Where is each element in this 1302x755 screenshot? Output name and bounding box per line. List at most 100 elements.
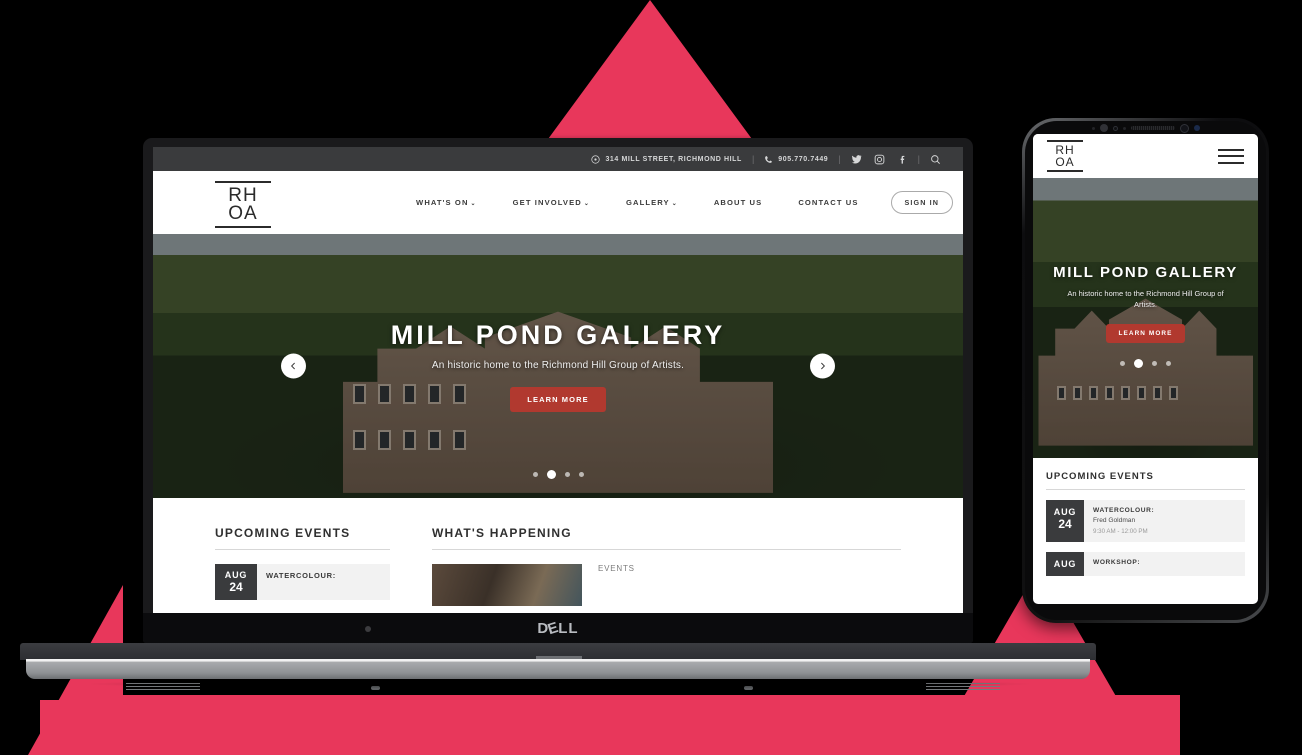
- phone-hero-title: MILL POND GALLERY: [1053, 264, 1238, 281]
- topbar-phone-text: 905.770.7449: [778, 155, 829, 163]
- carousel-dot-active[interactable]: [546, 470, 556, 479]
- hamburger-menu-icon[interactable]: [1218, 144, 1244, 168]
- nav-item-whats-on[interactable]: WHAT'S ON ⌄: [398, 198, 495, 207]
- whats-happening-heading: WHAT'S HAPPENING: [432, 526, 901, 550]
- phone-upcoming-events-heading: UPCOMING EVENTS: [1046, 471, 1245, 490]
- carousel-dot-active[interactable]: [1134, 358, 1143, 368]
- phone-event-card[interactable]: AUG 24 WATERCOLOUR: Fred Goldman 9:30 AM…: [1046, 500, 1245, 542]
- phone-hero-subtitle: An historic home to the Richmond Hill Gr…: [1067, 289, 1224, 310]
- content-sections: UPCOMING EVENTS AUG 24 WATERCOLOUR: WHAT…: [153, 498, 963, 606]
- logo-rule-bottom: [1047, 170, 1083, 172]
- carousel-dot[interactable]: [1166, 360, 1171, 366]
- event-body: WATERCOLOUR: Fred Goldman 9:30 AM - 12:0…: [1084, 500, 1163, 542]
- logo-line-2: OA: [1055, 154, 1075, 169]
- carousel-next-button[interactable]: [810, 353, 835, 379]
- carousel-dots: [153, 470, 963, 479]
- phone-body: RH OA MILL POND GALLERY An historic home…: [1025, 121, 1266, 620]
- decorative-triangle-top: [540, 0, 760, 150]
- event-date-badge: AUG 24: [215, 564, 257, 600]
- event-month: AUG: [1053, 507, 1077, 517]
- event-month: AUG: [1053, 559, 1077, 569]
- hero-learn-more-button[interactable]: LEARN MORE: [510, 387, 606, 412]
- nav-label: WHAT'S ON: [416, 198, 469, 207]
- hero-title: MILL POND GALLERY: [390, 320, 726, 350]
- event-date-badge: AUG 24: [1046, 500, 1084, 542]
- laptop-base-body: [26, 659, 1090, 690]
- logo-line-2: OA: [228, 202, 258, 224]
- topbar-address[interactable]: 314 MILL STREET, RICHMOND HILL: [591, 154, 742, 164]
- nav-label: ABOUT US: [713, 198, 763, 207]
- phone-site-logo[interactable]: RH OA: [1047, 140, 1083, 172]
- nav-item-get-involved[interactable]: GET INVOLVED ⌄: [495, 198, 608, 207]
- facebook-icon[interactable]: [897, 154, 908, 165]
- nav-label: CONTACT US: [798, 198, 859, 207]
- phone-front-camera: [1179, 123, 1189, 133]
- phone-iris-sensor: [1112, 125, 1118, 131]
- carousel-dot[interactable]: [532, 472, 538, 477]
- event-title: WATERCOLOUR:: [266, 571, 336, 580]
- chevron-down-icon: ⌄: [671, 201, 678, 207]
- event-body: WORKSHOP:: [1084, 552, 1149, 576]
- phone-led-indicator: [1193, 125, 1200, 131]
- carousel-dot[interactable]: [1120, 360, 1125, 366]
- topbar-separator-1: |: [751, 154, 755, 164]
- carousel-dot[interactable]: [564, 472, 570, 477]
- hero-subtitle: An historic home to the Richmond Hill Gr…: [431, 360, 685, 371]
- phone-sensor-dot: [1122, 126, 1126, 130]
- nav-label: GET INVOLVED: [512, 198, 582, 207]
- event-title: WORKSHOP:: [1093, 559, 1141, 566]
- news-thumbnail: [432, 564, 582, 606]
- event-title: WATERCOLOUR:: [1093, 507, 1155, 514]
- twitter-icon[interactable]: [851, 154, 862, 165]
- topbar-separator-2: |: [838, 154, 841, 164]
- phone-proximity-sensor: [1099, 124, 1108, 132]
- laptop-lid: 314 MILL STREET, RICHMOND HILL | 905.770…: [143, 138, 973, 643]
- event-day: 24: [1058, 517, 1072, 531]
- phone-screen: RH OA MILL POND GALLERY An historic home…: [1033, 134, 1258, 604]
- phone-mockup: RH OA MILL POND GALLERY An historic home…: [1022, 118, 1269, 623]
- event-subtitle: Fred Goldman: [1093, 517, 1136, 524]
- chevron-left-icon: [290, 362, 295, 370]
- nav-item-contact-us[interactable]: CONTACT US: [780, 198, 876, 207]
- phone-hero-learn-more-button[interactable]: LEARN MORE: [1105, 323, 1186, 343]
- carousel-dot[interactable]: [1152, 360, 1157, 366]
- whats-happening-column: WHAT'S HAPPENING EVENTS: [432, 526, 901, 606]
- phone-icon: [765, 155, 773, 163]
- phone-top-bezel: [1025, 121, 1266, 135]
- location-pin-icon: [591, 154, 601, 164]
- nav-item-about-us[interactable]: ABOUT US: [696, 198, 780, 207]
- phone-events-section: UPCOMING EVENTS AUG 24 WATERCOLOUR: Fred…: [1033, 458, 1258, 576]
- chevron-down-icon: ⌄: [470, 201, 477, 207]
- phone-earpiece-speaker: [1130, 126, 1175, 130]
- decorative-band-bottom: [120, 695, 1180, 755]
- topbar-address-text: 314 MILL STREET, RICHMOND HILL: [605, 155, 742, 163]
- logo-rule-bottom: [215, 226, 271, 229]
- hero-carousel: MILL POND GALLERY An historic home to th…: [153, 234, 963, 498]
- laptop-base: [20, 643, 1096, 690]
- sign-in-button[interactable]: SIGN IN: [890, 191, 953, 214]
- topbar-phone[interactable]: 905.770.7449: [764, 155, 828, 164]
- event-card[interactable]: AUG 24 WATERCOLOUR:: [215, 564, 390, 600]
- nav-item-gallery[interactable]: GALLERY ⌄: [608, 198, 696, 207]
- event-day: 24: [229, 580, 243, 594]
- laptop-shadow: [80, 679, 1040, 689]
- site-topbar: 314 MILL STREET, RICHMOND HILL | 905.770…: [153, 147, 963, 171]
- instagram-icon[interactable]: [874, 154, 885, 165]
- laptop-bezel-chin: D E LL: [143, 613, 973, 643]
- news-card[interactable]: EVENTS: [432, 564, 901, 606]
- dell-logo: D E LL: [537, 618, 579, 638]
- phone-event-card[interactable]: AUG WORKSHOP:: [1046, 552, 1245, 576]
- carousel-dot[interactable]: [578, 472, 584, 477]
- phone-frame: RH OA MILL POND GALLERY An historic home…: [1022, 118, 1269, 623]
- topbar-separator-3: |: [917, 154, 920, 164]
- carousel-prev-button[interactable]: [281, 353, 306, 379]
- event-date-badge: AUG: [1046, 552, 1084, 576]
- laptop-mockup: 314 MILL STREET, RICHMOND HILL | 905.770…: [20, 138, 1096, 690]
- search-icon[interactable]: [930, 154, 941, 165]
- site-logo[interactable]: RH OA: [215, 181, 271, 229]
- laptop-indicator-dot: [365, 626, 371, 632]
- chevron-down-icon: ⌄: [583, 201, 590, 207]
- chevron-right-icon: [821, 362, 826, 370]
- nav-label: GALLERY: [626, 198, 670, 207]
- phone-hero-carousel: MILL POND GALLERY An historic home to th…: [1033, 178, 1258, 458]
